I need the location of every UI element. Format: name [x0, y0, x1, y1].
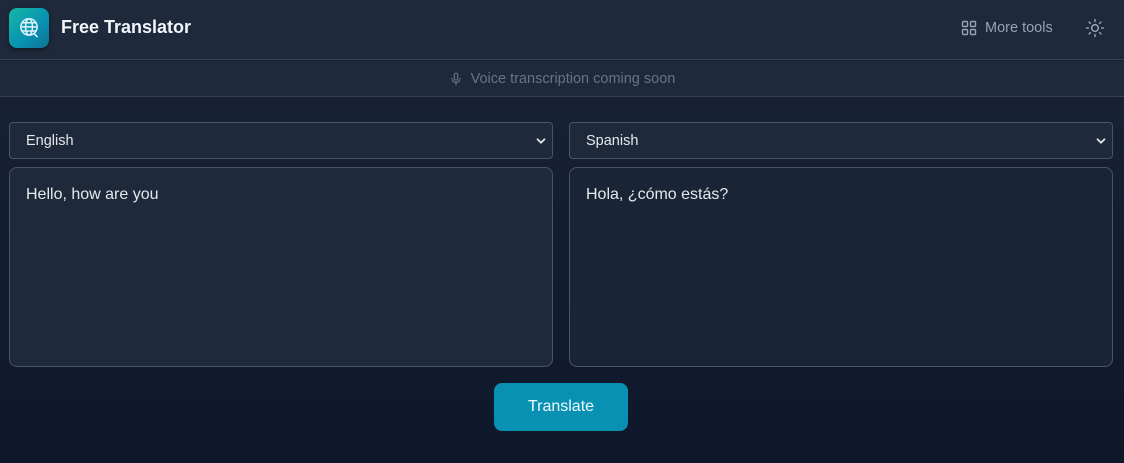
- voice-notice-text: Voice transcription coming soon: [470, 70, 676, 87]
- target-language-value: Spanish: [586, 132, 639, 149]
- app-title: Free Translator: [61, 17, 192, 37]
- app-header: Free Translator More tools: [0, 0, 1124, 60]
- source-language-value: English: [26, 132, 74, 149]
- source-text-input[interactable]: Hello, how are you: [9, 167, 553, 367]
- target-language-select[interactable]: Spanish: [569, 122, 1113, 159]
- source-text-value: Hello, how are you: [26, 186, 159, 203]
- chevron-down-icon: [1096, 138, 1106, 144]
- more-tools-button[interactable]: More tools: [961, 18, 1053, 38]
- voice-notice-banner: Voice transcription coming soon: [0, 61, 1124, 97]
- sun-icon: [1085, 18, 1105, 38]
- translated-text-value: Hola, ¿cómo estás?: [586, 186, 729, 203]
- translate-button[interactable]: Translate: [494, 383, 628, 431]
- chevron-down-icon: [536, 138, 546, 144]
- grid-icon: [961, 20, 977, 36]
- more-tools-label: More tools: [985, 20, 1053, 36]
- theme-toggle-button[interactable]: [1084, 17, 1106, 39]
- globe-icon: [20, 18, 38, 38]
- app-logo[interactable]: [9, 8, 49, 48]
- source-language-select[interactable]: English: [9, 122, 553, 159]
- translated-text-output[interactable]: Hola, ¿cómo estás?: [569, 167, 1113, 367]
- microphone-icon: [450, 72, 461, 85]
